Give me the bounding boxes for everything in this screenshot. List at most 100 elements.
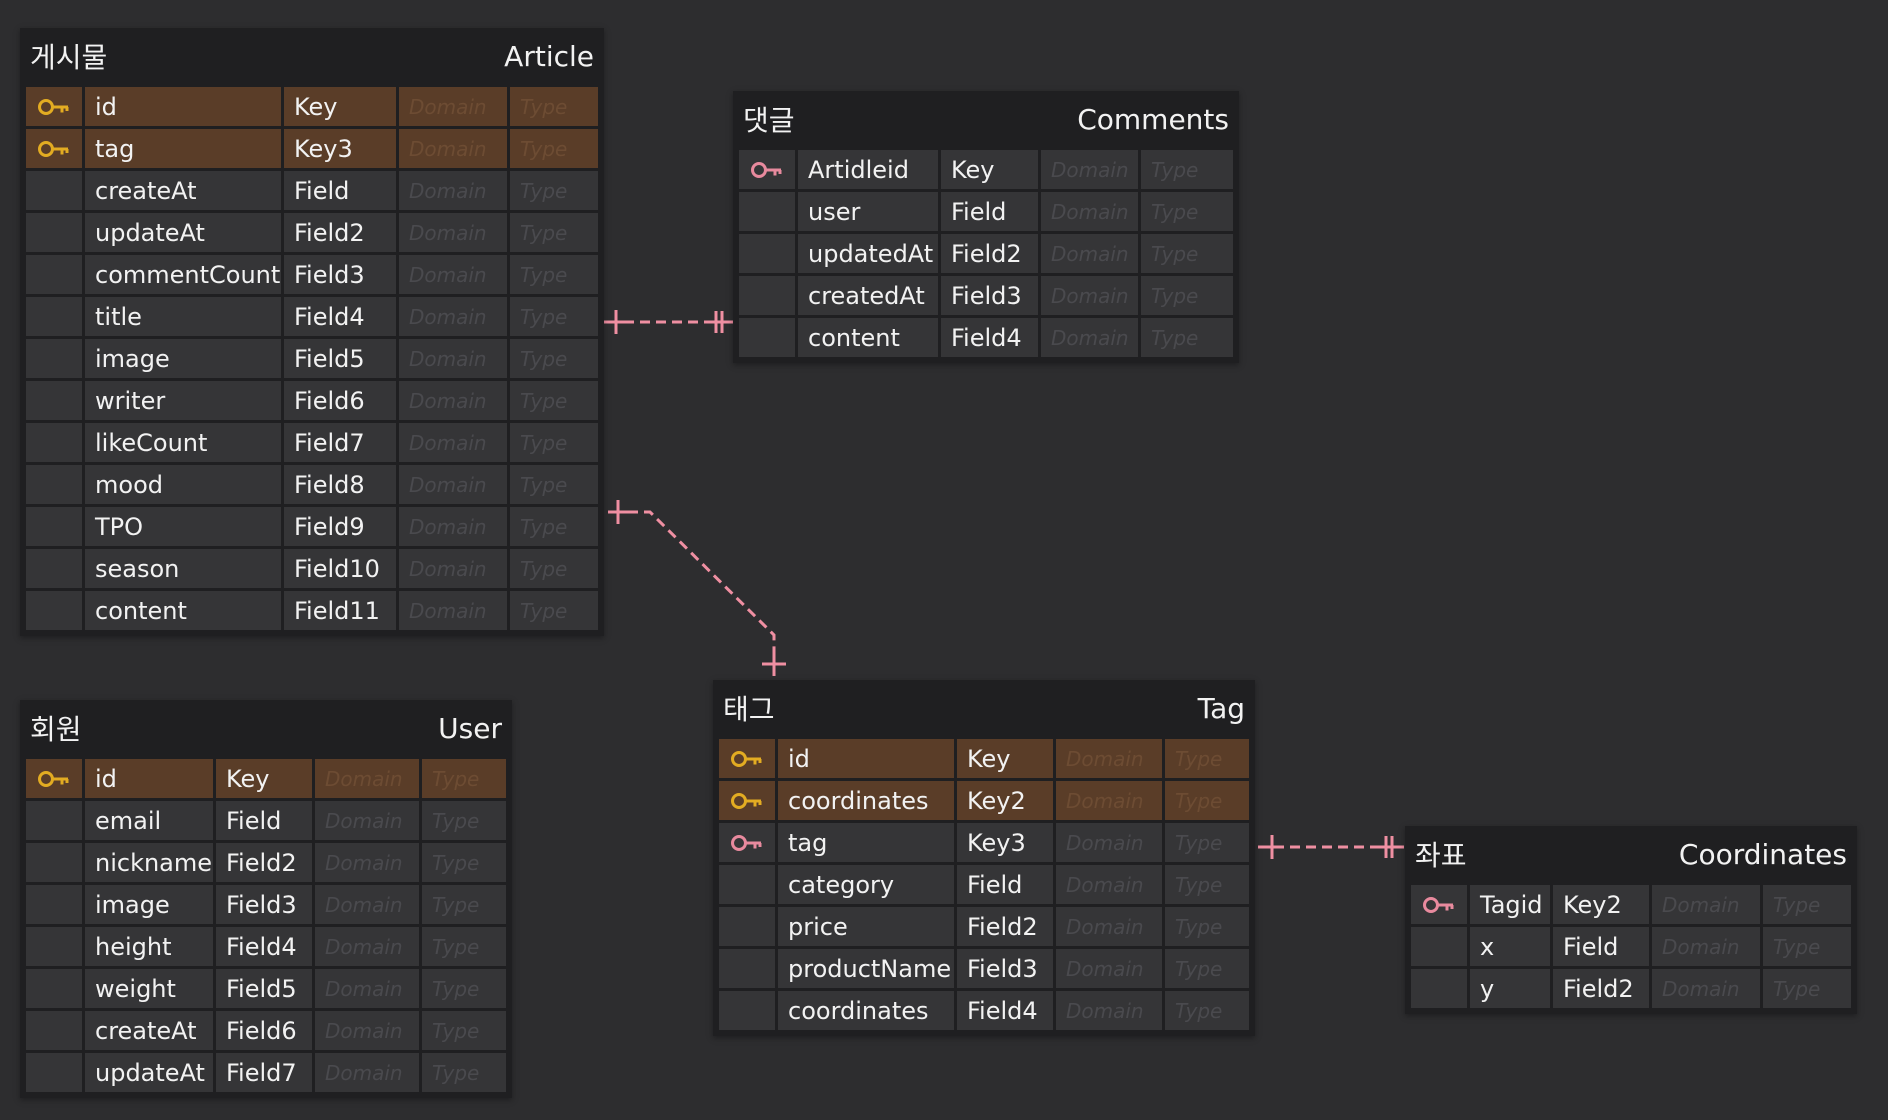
column-domain[interactable]: Domain — [315, 969, 419, 1008]
column-domain[interactable]: Domain — [1056, 739, 1162, 778]
column-name[interactable]: x — [1470, 927, 1550, 966]
column-name[interactable]: updateAt — [85, 1053, 213, 1092]
column-name[interactable]: createAt — [85, 171, 281, 210]
column-domain[interactable]: Domain — [399, 129, 507, 168]
column-type[interactable]: Type — [422, 1011, 506, 1050]
column-domain[interactable]: Domain — [1652, 969, 1760, 1008]
column-row[interactable]: category Field Domain Type — [719, 862, 1249, 904]
column-name[interactable]: email — [85, 801, 213, 840]
column-name[interactable]: Artidleid — [798, 150, 938, 189]
column-row[interactable]: coordinates Field4 Domain Type — [719, 988, 1249, 1030]
column-domain[interactable]: Domain — [1056, 949, 1162, 988]
column-name[interactable]: id — [85, 759, 213, 798]
column-domain[interactable]: Domain — [1652, 885, 1760, 924]
column-field[interactable]: Field — [284, 171, 396, 210]
column-type[interactable]: Type — [1165, 949, 1249, 988]
column-name[interactable]: mood — [85, 465, 281, 504]
column-row[interactable]: updateAt Field7 Domain Type — [26, 1050, 506, 1092]
column-name[interactable]: content — [85, 591, 281, 630]
column-row[interactable]: updateAt Field2 Domain Type — [26, 210, 598, 252]
column-type[interactable]: Type — [510, 381, 598, 420]
column-name[interactable]: TPO — [85, 507, 281, 546]
column-field[interactable]: Field3 — [284, 255, 396, 294]
column-name[interactable]: productName — [778, 949, 954, 988]
entity-header[interactable]: 게시물 Article — [20, 28, 604, 84]
entity-header[interactable]: 회원 User — [20, 700, 512, 756]
column-type[interactable]: Type — [510, 297, 598, 336]
column-name[interactable]: updateAt — [85, 213, 281, 252]
column-domain[interactable]: Domain — [1041, 150, 1138, 189]
column-domain[interactable]: Domain — [399, 87, 507, 126]
relation-article-comments[interactable] — [604, 310, 734, 334]
column-row[interactable]: content Field4 Domain Type — [739, 315, 1233, 357]
column-field[interactable]: Field2 — [941, 234, 1038, 273]
column-field[interactable]: Field9 — [284, 507, 396, 546]
column-row[interactable]: createAt Field Domain Type — [26, 168, 598, 210]
column-row[interactable]: commentCount Field3 Domain Type — [26, 252, 598, 294]
column-name[interactable]: updatedAt — [798, 234, 938, 273]
column-field[interactable]: Field6 — [284, 381, 396, 420]
entity-user[interactable]: 회원 User id Key Domain Type email Field Domain T… — [20, 700, 512, 1098]
column-type[interactable]: Type — [510, 549, 598, 588]
column-name[interactable]: createdAt — [798, 276, 938, 315]
column-domain[interactable]: Domain — [1041, 318, 1138, 357]
column-field[interactable]: Field — [941, 192, 1038, 231]
column-domain[interactable]: Domain — [1056, 907, 1162, 946]
column-row[interactable]: coordinates Key2 Domain Type — [719, 778, 1249, 820]
column-field[interactable]: Key — [957, 739, 1053, 778]
column-type[interactable]: Type — [1141, 192, 1233, 231]
column-name[interactable]: user — [798, 192, 938, 231]
column-type[interactable]: Type — [422, 843, 506, 882]
column-type[interactable]: Type — [1141, 276, 1233, 315]
column-field[interactable]: Field — [216, 801, 312, 840]
column-field[interactable]: Field3 — [941, 276, 1038, 315]
column-type[interactable]: Type — [510, 423, 598, 462]
column-type[interactable]: Type — [510, 171, 598, 210]
column-name[interactable]: commentCount — [85, 255, 281, 294]
column-field[interactable]: Field7 — [216, 1053, 312, 1092]
column-type[interactable]: Type — [1763, 885, 1851, 924]
column-row[interactable]: Artidleid Key Domain Type — [739, 147, 1233, 189]
column-type[interactable]: Type — [510, 129, 598, 168]
column-name[interactable]: season — [85, 549, 281, 588]
column-domain[interactable]: Domain — [315, 801, 419, 840]
column-type[interactable]: Type — [1165, 781, 1249, 820]
column-field[interactable]: Key2 — [1553, 885, 1649, 924]
column-domain[interactable]: Domain — [1056, 781, 1162, 820]
column-field[interactable]: Key — [284, 87, 396, 126]
column-row[interactable]: season Field10 Domain Type — [26, 546, 598, 588]
column-domain[interactable]: Domain — [399, 255, 507, 294]
column-name[interactable]: id — [85, 87, 281, 126]
column-name[interactable]: createAt — [85, 1011, 213, 1050]
column-domain[interactable]: Domain — [1041, 234, 1138, 273]
entity-header[interactable]: 태그 Tag — [713, 680, 1255, 736]
column-field[interactable]: Field6 — [216, 1011, 312, 1050]
column-row[interactable]: content Field11 Domain Type — [26, 588, 598, 630]
column-row[interactable]: id Key Domain Type — [719, 736, 1249, 778]
column-domain[interactable]: Domain — [1041, 276, 1138, 315]
column-row[interactable]: likeCount Field7 Domain Type — [26, 420, 598, 462]
column-domain[interactable]: Domain — [315, 759, 419, 798]
column-name[interactable]: nickname — [85, 843, 213, 882]
column-domain[interactable]: Domain — [399, 381, 507, 420]
column-domain[interactable]: Domain — [399, 297, 507, 336]
column-type[interactable]: Type — [422, 801, 506, 840]
column-row[interactable]: title Field4 Domain Type — [26, 294, 598, 336]
column-domain[interactable]: Domain — [1041, 192, 1138, 231]
entity-tag[interactable]: 태그 Tag id Key Domain Type coordinates Key2 Dom… — [713, 680, 1255, 1036]
column-name[interactable]: tag — [85, 129, 281, 168]
column-field[interactable]: Field2 — [1553, 969, 1649, 1008]
column-domain[interactable]: Domain — [315, 1011, 419, 1050]
column-row[interactable]: createAt Field6 Domain Type — [26, 1008, 506, 1050]
column-row[interactable]: writer Field6 Domain Type — [26, 378, 598, 420]
entity-header[interactable]: 댓글 Comments — [733, 91, 1239, 147]
column-name[interactable]: coordinates — [778, 781, 954, 820]
column-domain[interactable]: Domain — [399, 549, 507, 588]
column-type[interactable]: Type — [1141, 150, 1233, 189]
entity-article[interactable]: 게시물 Article id Key Domain Type tag Key3 Domain… — [20, 28, 604, 636]
column-field[interactable]: Field11 — [284, 591, 396, 630]
column-type[interactable]: Type — [1165, 739, 1249, 778]
column-domain[interactable]: Domain — [315, 1053, 419, 1092]
column-field[interactable]: Field — [1553, 927, 1649, 966]
column-row[interactable]: x Field Domain Type — [1411, 924, 1851, 966]
